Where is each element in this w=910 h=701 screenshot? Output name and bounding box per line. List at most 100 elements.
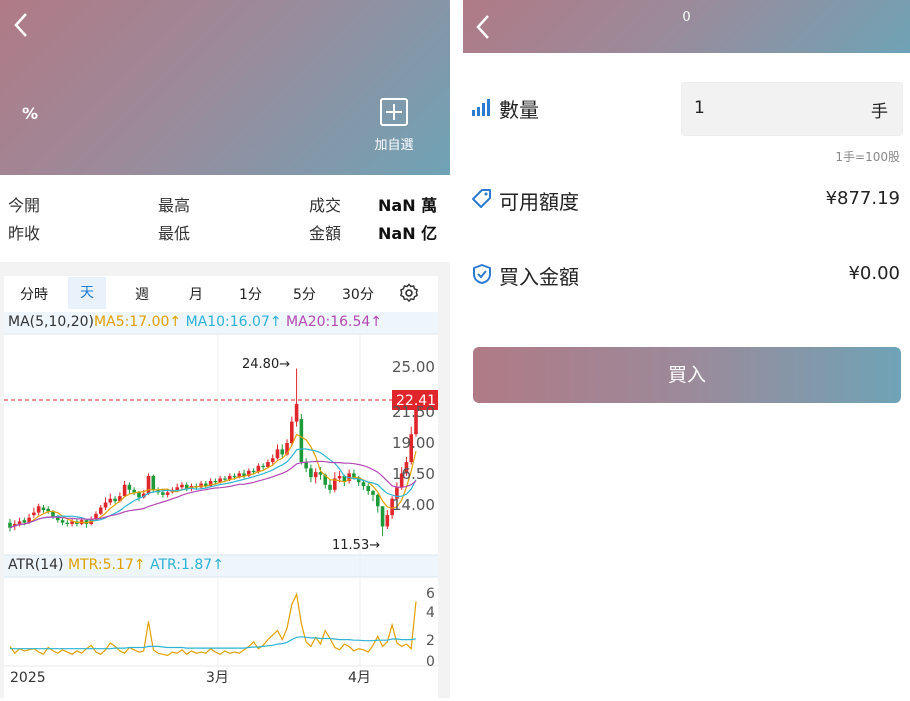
lot-note: 1手=100股 xyxy=(835,150,900,164)
volume-label: 成交 xyxy=(309,196,342,215)
atr-value: ATR:1.87↑ xyxy=(149,557,224,573)
high-annotation: 24.80→ xyxy=(242,357,290,372)
shield-check-icon xyxy=(473,264,491,284)
atr-tick: 4 xyxy=(426,605,435,621)
candle-body xyxy=(60,520,65,523)
candle-body xyxy=(180,484,184,488)
buy-amount-value: ¥0.00 xyxy=(848,263,900,284)
candle-body xyxy=(366,486,371,492)
amount-label: 金額 xyxy=(309,224,342,243)
atr-tick: 0 xyxy=(426,654,435,670)
candle-body xyxy=(137,492,141,498)
low-label: 最低 xyxy=(158,224,191,243)
add-watchlist-label: 加自選 xyxy=(374,138,414,153)
stock-header: % 加自選 xyxy=(0,0,450,175)
mtr-line xyxy=(9,592,417,657)
candle-body xyxy=(223,478,227,480)
candles xyxy=(8,368,418,537)
candle-body xyxy=(337,475,342,479)
x-label: 2025 xyxy=(10,670,46,686)
ma20-value: MA20:16.54↑ xyxy=(286,314,383,330)
candle-body xyxy=(309,468,313,478)
candle-body xyxy=(32,512,36,516)
candle-body xyxy=(385,515,390,527)
available-label: 可用額度 xyxy=(499,190,579,214)
available-value: ¥877.19 xyxy=(825,188,900,209)
change-percent: % xyxy=(22,104,39,123)
candle-body xyxy=(251,470,256,473)
candle-body xyxy=(146,475,151,494)
atr-tick: 2 xyxy=(426,633,435,649)
candle-body xyxy=(371,491,375,495)
kline-chart: 分時 天 週 月 1分 5分 30分 22.41 25.00 21.50 19.… xyxy=(4,276,438,698)
candle-body xyxy=(103,502,108,508)
ma-legend: MA(5,10,20)MA5:17.00↑ MA10:16.07↑ MA20:1… xyxy=(8,314,382,330)
price-tick: 19.00 xyxy=(392,434,435,452)
candle-body xyxy=(98,507,103,514)
trade-header: 0 xyxy=(463,0,910,53)
candle-body xyxy=(108,498,113,503)
candle-body xyxy=(65,522,70,524)
atr-lines xyxy=(9,592,417,657)
volume-value: NaN 萬 xyxy=(378,196,438,215)
buy-button[interactable]: 買入 xyxy=(473,347,901,403)
candle-body xyxy=(213,480,218,483)
add-watchlist-button[interactable]: 加自選 xyxy=(368,98,420,153)
price-tick: 21.50 xyxy=(392,403,435,421)
ma20-line xyxy=(9,460,417,529)
candle-body xyxy=(290,421,294,444)
buy-amount-label: 買入金額 xyxy=(499,265,579,289)
candle-body xyxy=(175,487,179,490)
candle-body xyxy=(151,475,156,490)
candle-body xyxy=(122,484,127,497)
candle-body xyxy=(270,458,275,463)
ma-legend-name: MA(5,10,20) xyxy=(8,314,95,330)
back-arrow-icon[interactable] xyxy=(8,8,34,42)
chart-card: 分時 天 週 月 1分 5分 30分 22.41 25.00 21.50 19.… xyxy=(0,262,450,698)
candle-body xyxy=(22,520,27,523)
candle-body xyxy=(275,449,280,459)
plus-square-icon xyxy=(380,98,408,126)
atr-tick: 6 xyxy=(426,586,435,602)
ma5-line xyxy=(9,433,417,529)
quantity-label: 數量 xyxy=(499,98,539,122)
candle-body xyxy=(380,506,385,527)
candle-body xyxy=(299,419,304,463)
candle-body xyxy=(127,484,132,490)
candle-body xyxy=(375,494,380,507)
candle-body xyxy=(294,403,299,422)
candle-body xyxy=(280,449,285,455)
open-label: 今開 xyxy=(8,196,41,215)
atr-line xyxy=(10,636,417,650)
candle-body xyxy=(132,489,136,493)
candle-body xyxy=(313,472,318,478)
candle-body xyxy=(161,492,165,495)
candle-body xyxy=(165,492,170,495)
high-label: 最高 xyxy=(158,196,191,215)
mtr-value: MTR:5.17↑ xyxy=(67,557,146,573)
atr-legend: ATR(14) MTR:5.17↑ ATR:1.87↑ xyxy=(8,557,224,573)
candle-body xyxy=(304,462,308,469)
ma10-value: MA10:16.07↑ xyxy=(185,314,282,330)
trade-title: 0 xyxy=(682,10,691,25)
atr-legend-name: ATR(14) xyxy=(8,557,64,573)
candle-body xyxy=(232,475,237,478)
candle-body xyxy=(261,465,265,468)
quantity-unit: 手 xyxy=(871,102,888,122)
quantity-field[interactable]: 手 xyxy=(681,82,903,136)
amount-value: NaN 亿 xyxy=(378,224,438,243)
ma5-value: MA5:17.00↑ xyxy=(94,314,182,330)
tag-icon xyxy=(472,189,491,208)
candle-body xyxy=(113,498,117,502)
quantity-input[interactable] xyxy=(692,97,816,119)
quote-stats: 今開 最高 成交 NaN 萬 昨收 最低 金額 NaN 亿 xyxy=(0,186,450,248)
price-tick: 16.50 xyxy=(392,465,435,483)
price-tick: 14.00 xyxy=(392,496,435,514)
candle-body xyxy=(328,484,332,490)
signal-bars-icon xyxy=(472,99,490,116)
ma-lines xyxy=(9,433,417,529)
chart-canvas: 22.41 25.00 21.50 19.00 16.50 14.00 24.8… xyxy=(4,312,438,686)
x-label: 4月 xyxy=(348,670,371,686)
candle-body xyxy=(41,507,46,511)
price-tick: 25.00 xyxy=(392,358,435,376)
